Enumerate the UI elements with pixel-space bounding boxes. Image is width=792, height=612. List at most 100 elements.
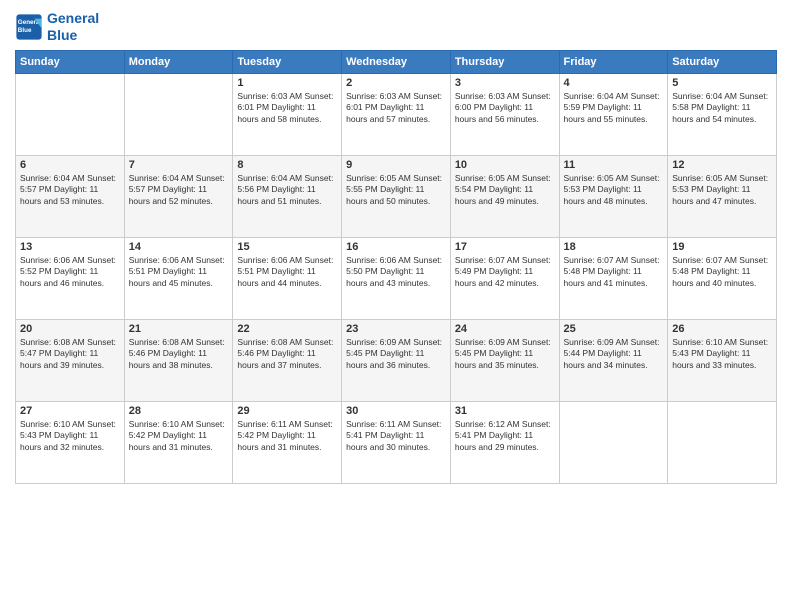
weekday-header-thursday: Thursday [450, 50, 559, 73]
week-row-5: 27 Sunrise: 6:10 AM Sunset: 5:43 PM Dayli… [16, 401, 777, 483]
logo: General Blue General Blue [15, 10, 99, 44]
day-cell: 9 Sunrise: 6:05 AM Sunset: 5:55 PM Daylig… [342, 155, 451, 237]
day-number: 8 [237, 159, 337, 171]
day-cell: 30Sunrise: 6:11 AM Sunset: 5:41 PM Dayli… [342, 401, 451, 483]
day-number: 4 [564, 77, 664, 89]
day-cell: 14 Sunrise: 6:06 AM Sunset: 5:51 PM Dayli… [124, 237, 233, 319]
day-number: 2 [346, 77, 446, 89]
day-number: 22 [237, 323, 337, 335]
day-cell: 27 Sunrise: 6:10 AM Sunset: 5:43 PM Dayli… [16, 401, 125, 483]
day-cell: 20Sunrise: 6:08 AM Sunset: 5:47 PM Dayli… [16, 319, 125, 401]
day-info: Sunrise: 6:03 AM Sunset: 6:00 PM Dayligh… [455, 91, 555, 127]
day-number: 28 [129, 405, 229, 417]
day-info: Sunrise: 6:03 AM Sunset: 6:01 PM Dayligh… [237, 91, 337, 127]
day-info: Sunrise: 6:06 AM Sunset: 5:51 PM Dayligh… [129, 255, 229, 291]
day-cell: 1 Sunrise: 6:03 AM Sunset: 6:01 PM Daylig… [233, 73, 342, 155]
day-number: 14 [129, 241, 229, 253]
day-info: Sunrise: 6:04 AM Sunset: 5:57 PM Dayligh… [129, 173, 229, 209]
calendar-table: SundayMondayTuesdayWednesdayThursdayFrid… [15, 50, 777, 484]
day-cell: 19 Sunrise: 6:07 AM Sunset: 5:48 PM Dayli… [668, 237, 777, 319]
day-info: Sunrise: 6:10 AM Sunset: 5:43 PM Dayligh… [20, 419, 120, 455]
day-number: 15 [237, 241, 337, 253]
day-number: 9 [346, 159, 446, 171]
page: General Blue General Blue SundayMondayTu… [0, 0, 792, 612]
day-cell: 25Sunrise: 6:09 AM Sunset: 5:44 PM Dayli… [559, 319, 668, 401]
day-cell [16, 73, 125, 155]
day-number: 10 [455, 159, 555, 171]
weekday-header-sunday: Sunday [16, 50, 125, 73]
day-cell: 2Sunrise: 6:03 AM Sunset: 6:01 PM Daylig… [342, 73, 451, 155]
day-cell: 11Sunrise: 6:05 AM Sunset: 5:53 PM Dayli… [559, 155, 668, 237]
day-number: 5 [672, 77, 772, 89]
day-cell: 16 Sunrise: 6:06 AM Sunset: 5:50 PM Dayli… [342, 237, 451, 319]
weekday-header-wednesday: Wednesday [342, 50, 451, 73]
day-info: Sunrise: 6:08 AM Sunset: 5:46 PM Dayligh… [129, 337, 229, 373]
day-number: 16 [346, 241, 446, 253]
day-cell: 17 Sunrise: 6:07 AM Sunset: 5:49 PM Dayli… [450, 237, 559, 319]
day-number: 1 [237, 77, 337, 89]
day-number: 21 [129, 323, 229, 335]
day-cell: 12 Sunrise: 6:05 AM Sunset: 5:53 PM Dayli… [668, 155, 777, 237]
day-info: Sunrise: 6:06 AM Sunset: 5:50 PM Dayligh… [346, 255, 446, 291]
day-info: Sunrise: 6:07 AM Sunset: 5:48 PM Dayligh… [672, 255, 772, 291]
day-number: 23 [346, 323, 446, 335]
weekday-header-friday: Friday [559, 50, 668, 73]
general-blue-logo-icon: General Blue [15, 13, 43, 41]
weekday-header-row: SundayMondayTuesdayWednesdayThursdayFrid… [16, 50, 777, 73]
day-number: 11 [564, 159, 664, 171]
day-cell: 10 Sunrise: 6:05 AM Sunset: 5:54 PM Dayli… [450, 155, 559, 237]
weekday-header-tuesday: Tuesday [233, 50, 342, 73]
day-cell: 15 Sunrise: 6:06 AM Sunset: 5:51 PM Dayli… [233, 237, 342, 319]
day-info: Sunrise: 6:06 AM Sunset: 5:51 PM Dayligh… [237, 255, 337, 291]
weekday-header-monday: Monday [124, 50, 233, 73]
day-info: Sunrise: 6:06 AM Sunset: 5:52 PM Dayligh… [20, 255, 120, 291]
day-number: 26 [672, 323, 772, 335]
day-info: Sunrise: 6:04 AM Sunset: 5:56 PM Dayligh… [237, 173, 337, 209]
day-info: Sunrise: 6:10 AM Sunset: 5:42 PM Dayligh… [129, 419, 229, 455]
day-info: Sunrise: 6:07 AM Sunset: 5:48 PM Dayligh… [564, 255, 664, 291]
day-info: Sunrise: 6:08 AM Sunset: 5:47 PM Dayligh… [20, 337, 120, 373]
day-cell: 29Sunrise: 6:11 AM Sunset: 5:42 PM Dayli… [233, 401, 342, 483]
day-number: 18 [564, 241, 664, 253]
day-cell: 4 Sunrise: 6:04 AM Sunset: 5:59 PM Daylig… [559, 73, 668, 155]
day-cell: 18 Sunrise: 6:07 AM Sunset: 5:48 PM Dayli… [559, 237, 668, 319]
day-number: 27 [20, 405, 120, 417]
day-info: Sunrise: 6:05 AM Sunset: 5:55 PM Dayligh… [346, 173, 446, 209]
day-info: Sunrise: 6:09 AM Sunset: 5:45 PM Dayligh… [346, 337, 446, 373]
day-cell [124, 73, 233, 155]
day-cell: 26 Sunrise: 6:10 AM Sunset: 5:43 PM Dayli… [668, 319, 777, 401]
day-cell: 23 Sunrise: 6:09 AM Sunset: 5:45 PM Dayli… [342, 319, 451, 401]
day-info: Sunrise: 6:11 AM Sunset: 5:42 PM Dayligh… [237, 419, 337, 455]
day-number: 12 [672, 159, 772, 171]
day-info: Sunrise: 6:04 AM Sunset: 5:57 PM Dayligh… [20, 173, 120, 209]
day-info: Sunrise: 6:04 AM Sunset: 5:59 PM Dayligh… [564, 91, 664, 127]
week-row-4: 20Sunrise: 6:08 AM Sunset: 5:47 PM Dayli… [16, 319, 777, 401]
day-number: 30 [346, 405, 446, 417]
week-row-1: 1 Sunrise: 6:03 AM Sunset: 6:01 PM Daylig… [16, 73, 777, 155]
weekday-header-saturday: Saturday [668, 50, 777, 73]
day-cell: 31 Sunrise: 6:12 AM Sunset: 5:41 PM Dayli… [450, 401, 559, 483]
day-info: Sunrise: 6:10 AM Sunset: 5:43 PM Dayligh… [672, 337, 772, 373]
day-number: 13 [20, 241, 120, 253]
day-cell: 6 Sunrise: 6:04 AM Sunset: 5:57 PM Daylig… [16, 155, 125, 237]
week-row-2: 6 Sunrise: 6:04 AM Sunset: 5:57 PM Daylig… [16, 155, 777, 237]
day-info: Sunrise: 6:12 AM Sunset: 5:41 PM Dayligh… [455, 419, 555, 455]
day-number: 17 [455, 241, 555, 253]
day-cell: 28 Sunrise: 6:10 AM Sunset: 5:42 PM Dayli… [124, 401, 233, 483]
day-cell: 22 Sunrise: 6:08 AM Sunset: 5:46 PM Dayli… [233, 319, 342, 401]
day-info: Sunrise: 6:05 AM Sunset: 5:54 PM Dayligh… [455, 173, 555, 209]
day-number: 19 [672, 241, 772, 253]
day-cell: 5Sunrise: 6:04 AM Sunset: 5:58 PM Daylig… [668, 73, 777, 155]
day-cell: 24Sunrise: 6:09 AM Sunset: 5:45 PM Dayli… [450, 319, 559, 401]
day-cell: 7Sunrise: 6:04 AM Sunset: 5:57 PM Daylig… [124, 155, 233, 237]
day-info: Sunrise: 6:08 AM Sunset: 5:46 PM Dayligh… [237, 337, 337, 373]
week-row-3: 13 Sunrise: 6:06 AM Sunset: 5:52 PM Dayli… [16, 237, 777, 319]
day-cell [668, 401, 777, 483]
day-number: 31 [455, 405, 555, 417]
day-number: 6 [20, 159, 120, 171]
day-info: Sunrise: 6:05 AM Sunset: 5:53 PM Dayligh… [672, 173, 772, 209]
day-info: Sunrise: 6:07 AM Sunset: 5:49 PM Dayligh… [455, 255, 555, 291]
day-cell [559, 401, 668, 483]
day-info: Sunrise: 6:09 AM Sunset: 5:44 PM Dayligh… [564, 337, 664, 373]
day-cell: 21 Sunrise: 6:08 AM Sunset: 5:46 PM Dayli… [124, 319, 233, 401]
